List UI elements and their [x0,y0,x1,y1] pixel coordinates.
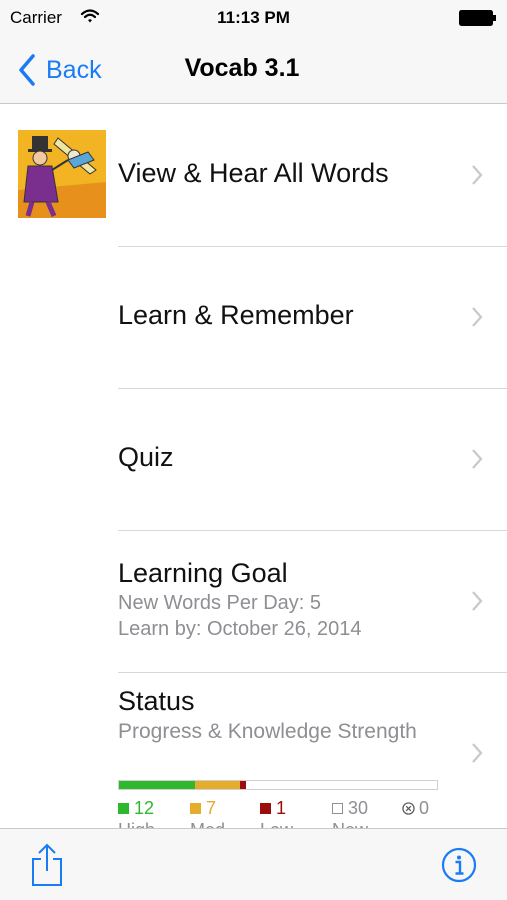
progress-segment-high [119,781,196,789]
navigation-bar: Back Vocab 3.1 [0,36,507,104]
status-subtitle: Progress & Knowledge Strength [118,720,417,743]
legend-skipped: 0 [402,798,429,818]
learning-goal-label: Learning Goal [118,558,288,588]
view-hear-words-label: View & Hear All Words [118,158,389,188]
learn-remember-row[interactable]: Learn & Remember [0,246,507,388]
chevron-right-icon [472,743,483,763]
learn-by-date-text: Learn by: October 26, 2014 [118,618,362,640]
progress-segment-low [239,781,247,789]
bottom-toolbar [0,828,507,900]
status-row[interactable]: Status Progress & Knowledge Strength 12 … [0,672,507,840]
status-label: Status [118,686,195,716]
skipped-count: 0 [419,797,430,818]
low-count: 1 [276,797,287,818]
chevron-right-icon [472,449,483,469]
page-title: Vocab 3.1 [184,54,300,82]
share-icon[interactable] [30,843,64,887]
chevron-right-icon [472,165,483,185]
learn-remember-label: Learn & Remember [118,300,354,330]
status-bar: Carrier 11:13 PM [0,0,507,36]
clock: 11:13 PM [217,8,290,27]
menu-list: View & Hear All Words Learn & Remember Q… [0,104,507,840]
learning-goal-row[interactable]: Learning Goal New Words Per Day: 5 Learn… [0,530,507,672]
battery-icon [459,10,496,26]
words-per-day-text: New Words Per Day: 5 [118,592,322,614]
info-icon[interactable] [441,847,477,883]
quiz-label: Quiz [118,442,174,472]
med-count: 7 [206,797,217,818]
high-swatch [118,802,129,814]
high-count: 12 [134,797,155,818]
med-swatch [190,802,201,814]
new-swatch [332,802,343,814]
circled-x-icon [402,801,415,815]
cartoon-thumbnail [18,130,106,218]
chevron-right-icon [472,591,483,611]
low-swatch [260,802,271,814]
new-count: 30 [348,797,369,818]
view-hear-words-row[interactable]: View & Hear All Words [0,104,507,246]
knowledge-progress-bar [118,780,438,790]
progress-segment-med [195,781,240,789]
quiz-row[interactable]: Quiz [0,388,507,530]
chevron-right-icon [472,307,483,327]
